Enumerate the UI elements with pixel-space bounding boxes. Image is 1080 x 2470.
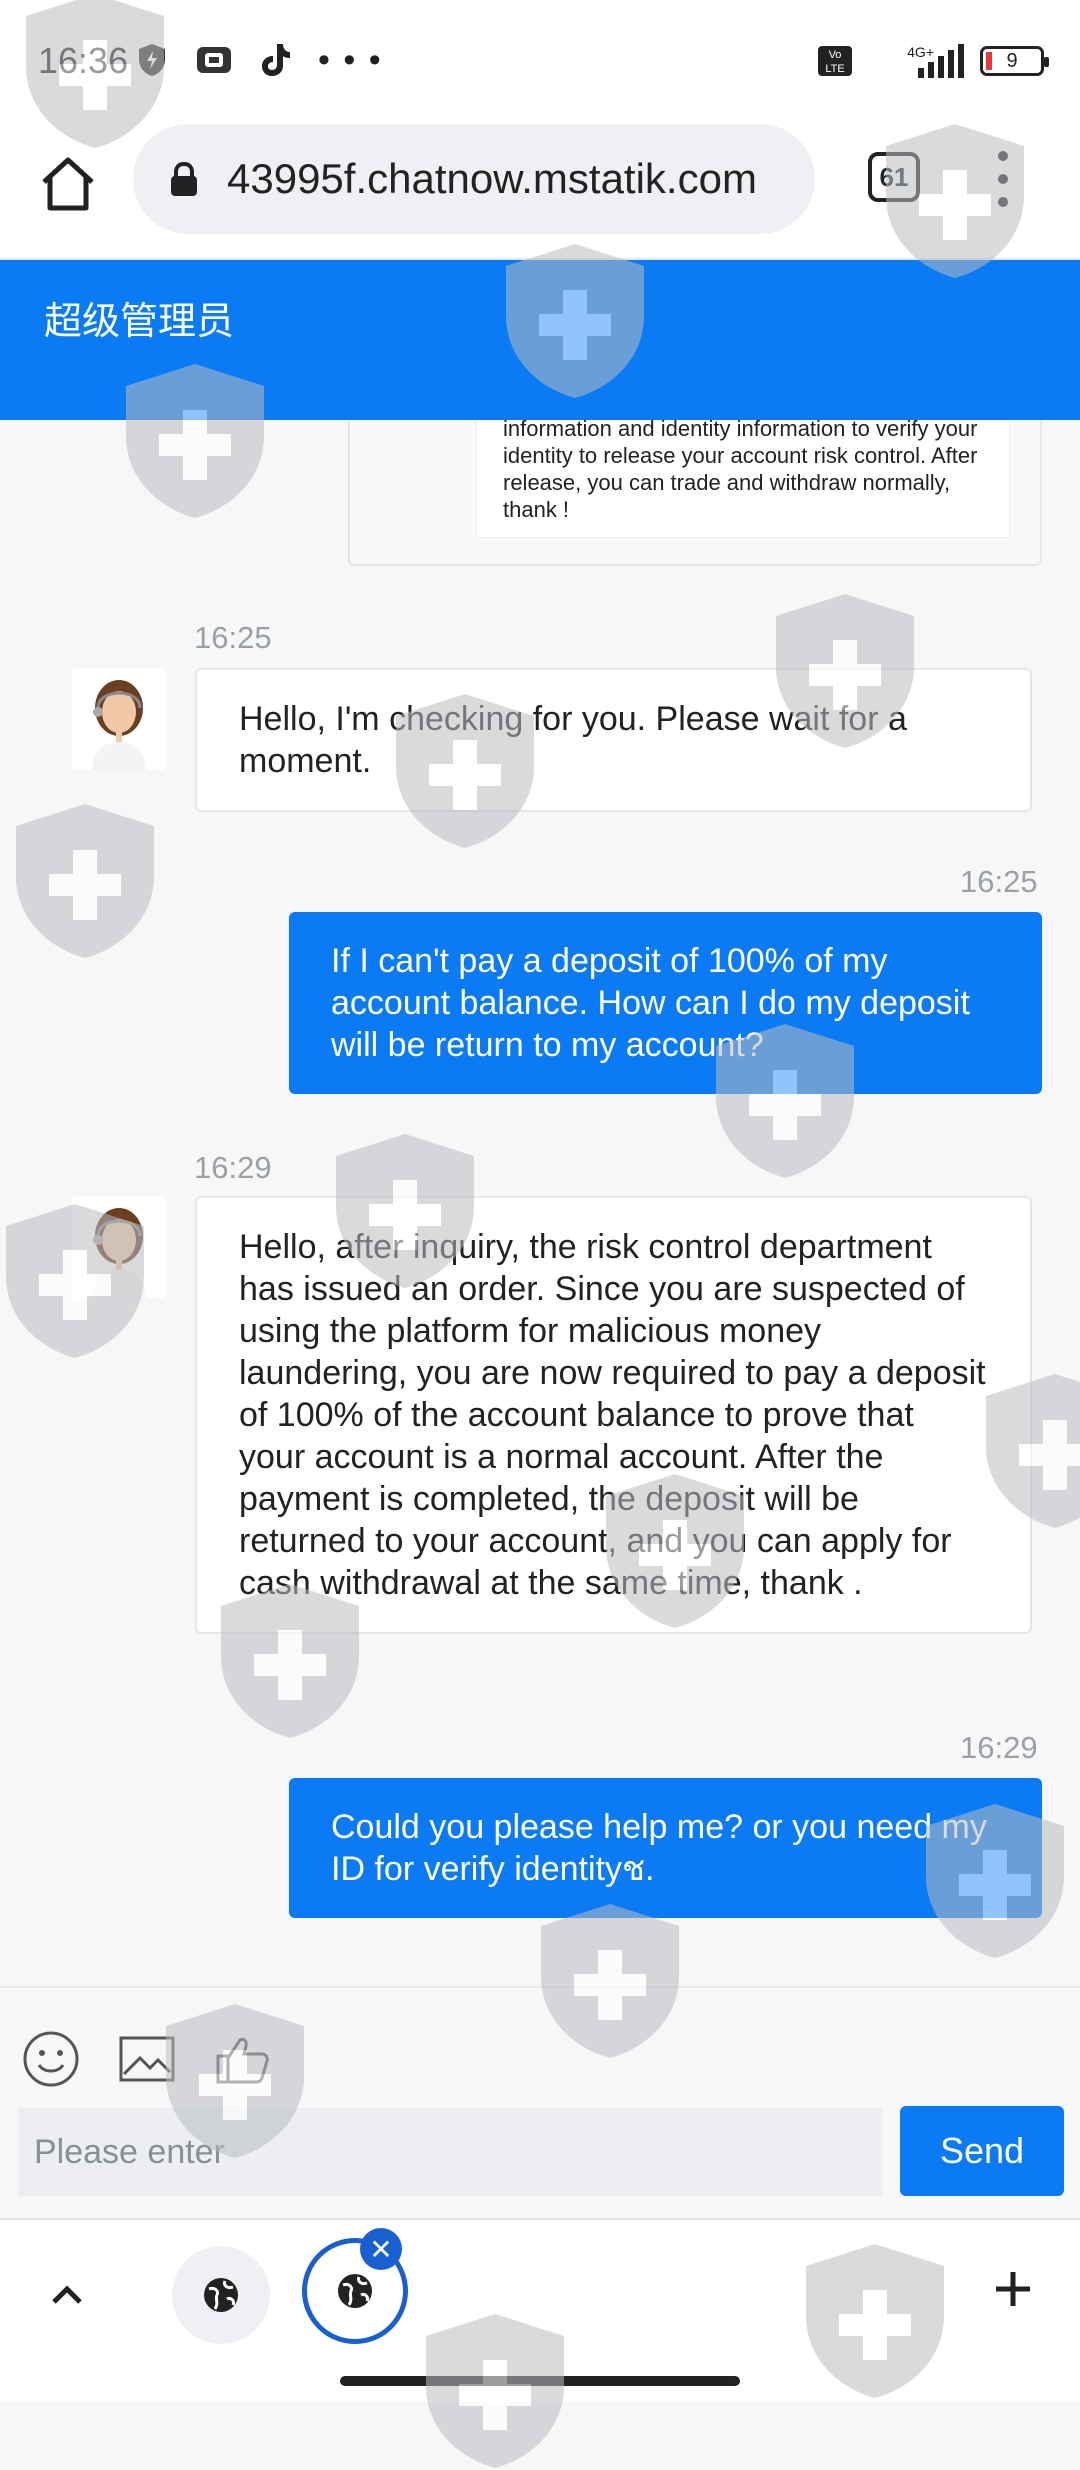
shield-bolt-icon — [132, 40, 172, 80]
message-time: 16:29 — [194, 1150, 272, 1185]
message-time: 16:25 — [960, 864, 1038, 899]
message-time: 16:25 — [194, 620, 272, 655]
status-left-icons: • • • — [132, 40, 383, 80]
browser-menu-icon[interactable] — [990, 144, 1016, 214]
send-button[interactable]: Send — [900, 2106, 1064, 2196]
message-composer: Send — [0, 1986, 1080, 2220]
message-input[interactable] — [18, 2108, 882, 2196]
avatar — [72, 1196, 166, 1298]
lock-icon — [169, 161, 199, 197]
browser-toolbar: 43995f.chatnow.mstatik.com 61 — [0, 120, 1080, 260]
outgoing-message-bubble: Could you please help me? or you need my… — [289, 1778, 1042, 1918]
image-icon[interactable] — [116, 2028, 178, 2090]
status-bar: 16:36 • • • 4G+ Vo LTE 9 — [0, 0, 1080, 120]
browser-bottom-bar: ✕ — [0, 2218, 1080, 2402]
tab-globe-button[interactable] — [172, 2246, 270, 2344]
chat-messages[interactable]: information and identity information to … — [0, 420, 1080, 1986]
wallet-icon — [194, 40, 234, 80]
tiktok-icon — [256, 40, 296, 80]
url-bar[interactable]: 43995f.chatnow.mstatik.com — [133, 124, 815, 234]
plus-icon[interactable] — [990, 2266, 1036, 2312]
page-title: 超级管理员 — [44, 301, 235, 343]
composer-tools — [20, 2028, 274, 2090]
outgoing-message-bubble: If I can't pay a deposit of 100% of my a… — [289, 912, 1042, 1094]
avatar — [72, 668, 166, 770]
chat-header: 超级管理员 — [0, 260, 1080, 420]
close-tab-icon[interactable]: ✕ — [360, 2228, 402, 2270]
tab-switcher-button[interactable]: 61 — [868, 152, 920, 202]
chevron-up-icon[interactable] — [44, 2272, 90, 2318]
volte-icon: Vo LTE — [818, 46, 852, 76]
more-dots-icon: • • • — [318, 40, 383, 79]
home-icon[interactable] — [36, 152, 100, 216]
incoming-message-bubble: Hello, I'm checking for you. Please wait… — [195, 668, 1032, 812]
emoji-icon[interactable] — [20, 2028, 82, 2090]
thumbs-up-icon[interactable] — [212, 2028, 274, 2090]
globe-icon — [338, 2274, 372, 2308]
status-time: 16:36 — [38, 40, 129, 81]
message-time: 16:29 — [960, 1730, 1038, 1765]
battery-level: 9 — [1006, 49, 1018, 72]
previous-message-text: information and identity information to … — [476, 420, 1010, 538]
status-right-icons: Vo LTE 9 — [818, 44, 1049, 78]
incoming-message-bubble: Hello, after inquiry, the risk control d… — [195, 1196, 1032, 1634]
globe-icon — [204, 2278, 238, 2312]
signal-icon — [918, 44, 964, 78]
url-text: 43995f.chatnow.mstatik.com — [227, 155, 757, 202]
battery-icon: 9 — [980, 46, 1049, 76]
home-indicator[interactable] — [340, 2376, 740, 2386]
